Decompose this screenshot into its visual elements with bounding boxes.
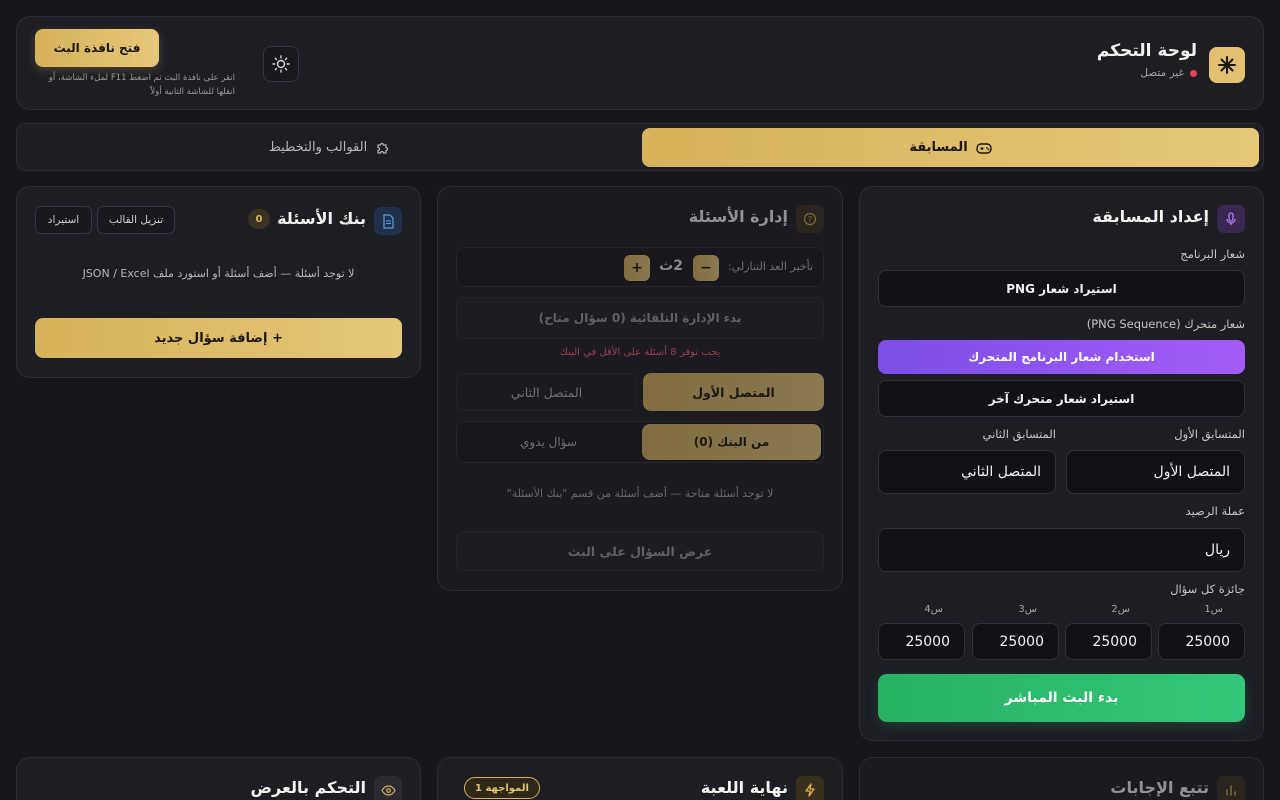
game-end-panel: نهاية اللعبة المواجهة 1 <box>437 757 843 800</box>
display-control-panel: التحكم بالعرض <box>16 757 421 800</box>
lightning-icon <box>796 776 824 800</box>
bank-warning: يجب توفر 8 أسئلة على الأقل في البنك <box>559 347 721 358</box>
setup-title: إعداد المسابقة <box>1092 207 1209 226</box>
question-bank-panel: بنك الأسئلة 0 تنزيل القالب استيراد لا تو… <box>16 186 421 378</box>
download-template-button[interactable]: تنزيل القالب <box>97 206 175 234</box>
currency-input[interactable]: ريال <box>878 528 1245 572</box>
display-control-title: التحكم بالعرض <box>250 778 366 797</box>
bar-chart-icon <box>1217 776 1245 800</box>
import-questions-button[interactable]: استيراد <box>35 206 92 234</box>
contestant2-input[interactable]: المتصل الثاني <box>878 450 1056 494</box>
questions-management-content: ? إدارة الأسئلة تأخير العد التنازلي: − 2… <box>438 187 842 590</box>
countdown-row: تأخير العد التنازلي: − 2ث + <box>456 247 824 287</box>
prize-q3-input[interactable]: 25000 <box>972 623 1059 660</box>
game-end-title: نهاية اللعبة <box>700 778 788 797</box>
prize-q2-input[interactable]: 25000 <box>1065 623 1152 660</box>
prize-q2-label: س2 <box>1111 604 1130 615</box>
tab-templates-label: القوالب والتخطيط <box>268 140 368 155</box>
theme-toggle-button[interactable] <box>263 46 299 82</box>
sun-icon <box>272 55 290 73</box>
caller1-toggle[interactable]: المتصل الأول <box>643 373 824 411</box>
auto-management-button[interactable]: بدء الإدارة التلقائية (0 سؤال متاح) <box>456 297 824 339</box>
start-live-button[interactable]: بدء البث المباشر <box>878 674 1245 722</box>
answer-tracking-panel: تتبع الإجابات <box>859 757 1264 800</box>
currency-label: عملة الرصيد <box>1185 504 1245 518</box>
prize-q1-input[interactable]: 25000 <box>1158 623 1245 660</box>
status-dot <box>1190 69 1197 77</box>
program-logo-label: شعار البرنامج <box>1180 247 1245 261</box>
use-animated-logo-button[interactable]: استخدام شعار البرنامج المتحرك <box>878 340 1245 374</box>
prize-label: جائزة كل سؤال <box>1170 582 1245 596</box>
contestant2-label: المتسابق الثاني <box>982 427 1057 441</box>
svg-text:?: ? <box>808 215 812 224</box>
tracking-title: تتبع الإجابات <box>1110 778 1209 797</box>
match-badge: المواجهة 1 <box>464 777 540 799</box>
animated-logo-label: شعار متحرك (PNG Sequence) <box>1086 317 1245 331</box>
document-icon <box>374 207 402 235</box>
open-broadcast-window-button[interactable]: فتح نافذة البث <box>35 29 159 67</box>
manual-question-toggle[interactable]: سؤال يدوي <box>459 424 638 460</box>
header-bar: لوحة التحكم غير متصل فتح نافذة البث انقر… <box>16 16 1264 110</box>
countdown-plus-button[interactable]: + <box>624 255 650 281</box>
questions-mgmt-title: إدارة الأسئلة <box>688 207 788 226</box>
bank-title: بنك الأسئلة <box>277 209 366 228</box>
competition-setup-panel: إعداد المسابقة شعار البرنامج استيراد شعا… <box>859 186 1264 741</box>
from-bank-toggle[interactable]: من البنك (0) <box>642 424 821 460</box>
countdown-label: تأخير العد التنازلي: <box>727 260 813 273</box>
countdown-value: 2ث <box>659 258 683 274</box>
tab-competition[interactable]: المسابقة <box>642 128 1259 167</box>
source-toggle-row: من البنك (0) سؤال يدوي <box>456 421 824 463</box>
import-other-animated-logo-button[interactable]: استيراد شعار متحرك آخر <box>878 380 1245 417</box>
connection-status: غير متصل <box>1140 67 1197 79</box>
prize-q4-label: س4 <box>924 604 943 615</box>
eye-icon <box>374 776 402 800</box>
sparkle-icon <box>1209 47 1245 83</box>
add-question-button[interactable]: + إضافة سؤال جديد <box>35 318 402 358</box>
show-question-button[interactable]: عرض السؤال على البث <box>456 531 824 571</box>
prize-q1-label: س1 <box>1204 604 1223 615</box>
import-png-logo-button[interactable]: استيراد شعار PNG <box>878 270 1245 307</box>
open-window-hint: انقر على نافذة البث ثم اضغط F11 لملء الش… <box>48 73 235 97</box>
prize-q4-input[interactable]: 25000 <box>878 623 965 660</box>
tabs-bar: المسابقة القوالب والتخطيط <box>16 123 1264 171</box>
tab-competition-label: المسابقة <box>909 140 968 155</box>
puzzle-icon <box>377 142 389 154</box>
page-title: لوحة التحكم <box>1096 41 1197 61</box>
contestant1-input[interactable]: المتصل الأول <box>1066 450 1245 494</box>
prize-q3-label: س3 <box>1018 604 1037 615</box>
status-text: غير متصل <box>1140 67 1184 79</box>
contestant1-label: المتسابق الأول <box>1174 427 1245 441</box>
bank-empty-text: لا توجد أسئلة — أضف أسئلة أو استورد ملف … <box>82 267 355 280</box>
answer-tracking-content: تتبع الإجابات <box>860 758 1263 800</box>
tab-templates[interactable]: القوالب والتخطيط <box>21 128 638 167</box>
questions-management-panel: ? إدارة الأسئلة تأخير العد التنازلي: − 2… <box>437 186 843 591</box>
countdown-minus-button[interactable]: − <box>693 255 719 281</box>
microphone-icon <box>1217 205 1245 233</box>
help-circle-icon: ? <box>796 205 824 233</box>
gamepad-icon <box>975 142 992 154</box>
no-questions-text: لا توجد أسئلة متاحة — أضف أسئلة من قسم "… <box>506 487 774 500</box>
caller2-toggle[interactable]: المتصل الثاني <box>456 373 637 411</box>
bank-count-badge: 0 <box>248 209 270 229</box>
